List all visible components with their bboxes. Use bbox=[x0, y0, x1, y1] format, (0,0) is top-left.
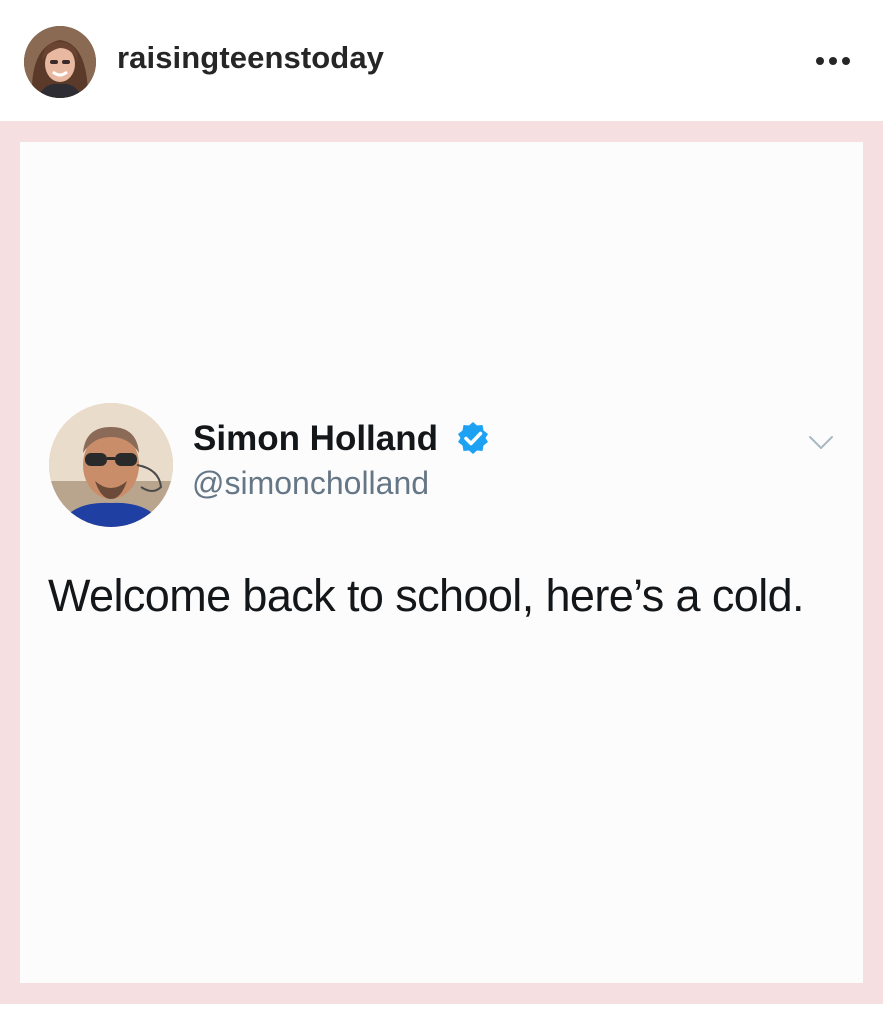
tweet-handle[interactable]: @simoncholland bbox=[192, 465, 429, 502]
tweet-avatar bbox=[49, 403, 173, 527]
poster-avatar[interactable] bbox=[24, 26, 96, 98]
poster-username[interactable]: raisingteenstoday bbox=[117, 40, 384, 76]
more-options-button[interactable] bbox=[808, 44, 858, 78]
poster-avatar-image bbox=[24, 26, 96, 98]
tweet-text: Welcome back to school, here’s a cold. bbox=[48, 570, 805, 621]
tweet-card: Simon Holland @simoncholland Welcome bac… bbox=[20, 142, 863, 983]
post-media-frame: Simon Holland @simoncholland Welcome bac… bbox=[0, 121, 883, 1004]
chevron-down-icon[interactable] bbox=[807, 433, 835, 453]
more-horizontal-icon bbox=[816, 57, 850, 65]
tweet-avatar-image bbox=[49, 403, 173, 527]
post-header: raisingteenstoday bbox=[0, 0, 883, 120]
tweet-display-name[interactable]: Simon Holland bbox=[193, 419, 438, 459]
verified-badge-icon bbox=[456, 421, 490, 455]
